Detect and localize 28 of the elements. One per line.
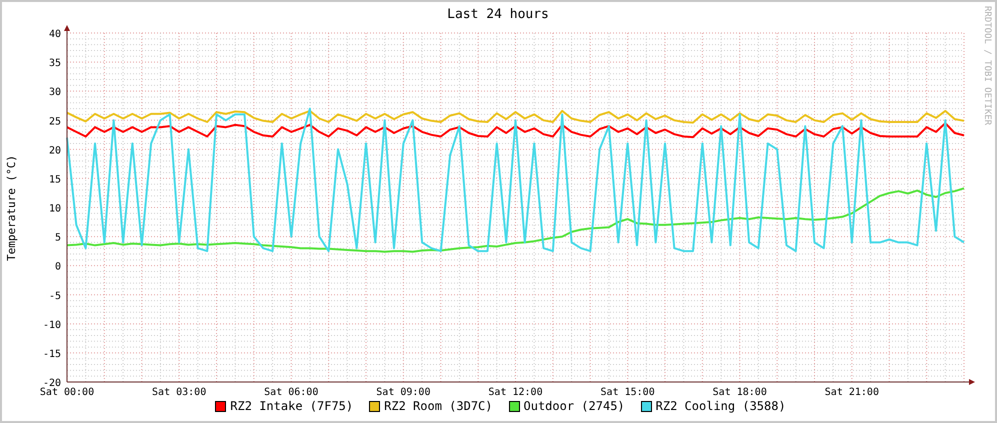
y-tick-label: 20 (48, 145, 61, 156)
x-tick-label: Sat 21:00 (824, 387, 879, 398)
y-tick-label: 40 (48, 29, 61, 40)
legend-label: RZ2 Intake (7F75) (230, 399, 354, 413)
credit-text: RRDTOOL / TOBI OETIKER (982, 6, 992, 126)
y-tick-label: 35 (48, 58, 61, 70)
legend-label: RZ2 Cooling (3588) (656, 399, 786, 413)
x-tick-label: Sat 18:00 (712, 387, 767, 398)
y-tick-label: 15 (48, 174, 61, 186)
chart-title: Last 24 hours (447, 7, 549, 22)
y-tick-label: 5 (54, 232, 61, 244)
legend-label: Outdoor (2745) (524, 399, 625, 413)
y-tick-label: -10 (42, 320, 61, 331)
y-tick-label: 10 (48, 204, 61, 214)
x-tick-label: Sat 09:00 (376, 387, 430, 398)
legend-label: RZ2 Room (3D7C) (384, 399, 492, 413)
x-tick-label: Sat 00:00 (40, 387, 94, 398)
y-axis-label: Temperature (°C) (5, 155, 18, 261)
y-tick-label: -5 (48, 290, 61, 302)
x-tick-label: Sat 06:00 (264, 387, 318, 398)
x-tick-label: Sat 12:00 (488, 387, 543, 398)
y-tick-label: -20 (42, 378, 61, 389)
y-tick-label: -15 (42, 348, 61, 360)
x-tick-label: Sat 03:00 (152, 387, 206, 398)
y-tick-label: 25 (48, 116, 61, 128)
y-tick-label: 30 (48, 87, 61, 98)
y-tick-label: 0 (54, 262, 61, 273)
x-tick-label: Sat 15:00 (600, 387, 655, 398)
